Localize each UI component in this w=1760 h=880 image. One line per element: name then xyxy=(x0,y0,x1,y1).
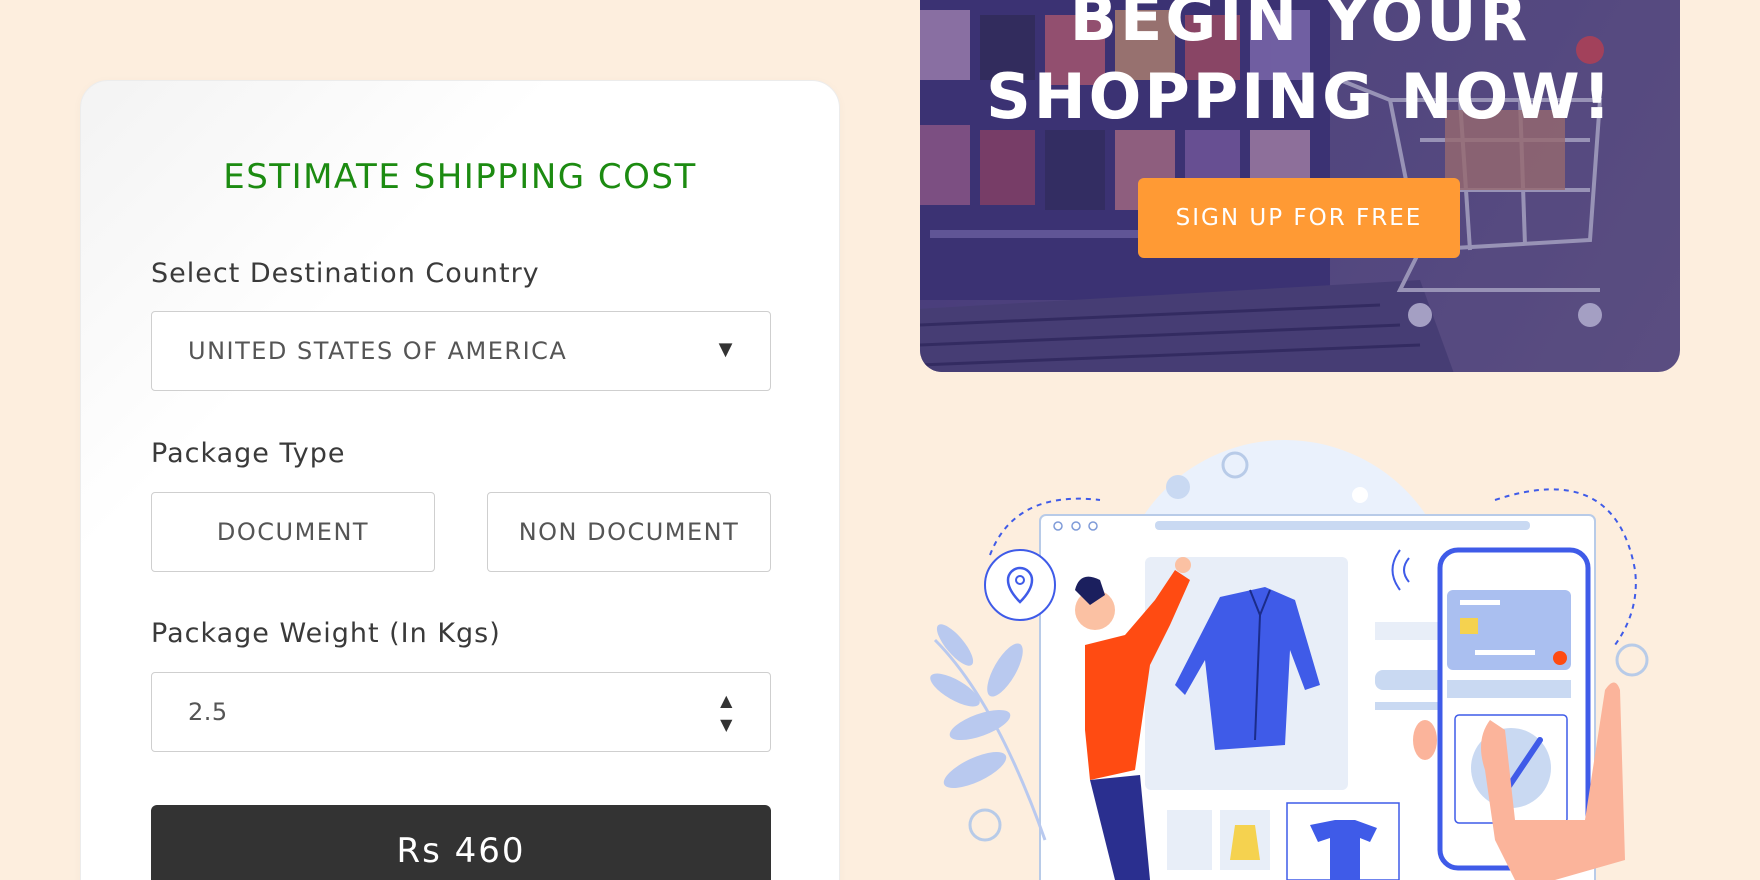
package-type-label: Package Type xyxy=(151,438,346,469)
weight-input-value: 2.5 xyxy=(188,698,228,726)
country-label: Select Destination Country xyxy=(151,258,540,289)
weight-stepper[interactable]: ▲ ▼ xyxy=(718,689,736,737)
promo-banner: BEGIN YOUR SHOPPING NOW! SIGN UP FOR FRE… xyxy=(920,0,1680,372)
card-title: ESTIMATE SHIPPING COST xyxy=(223,157,697,197)
package-type-document-button[interactable]: DOCUMENT xyxy=(151,492,435,572)
caret-down-icon[interactable]: ▼ xyxy=(718,713,736,737)
banner-headline: BEGIN YOUR SHOPPING NOW! xyxy=(920,0,1680,136)
package-type-non-document-button[interactable]: NON DOCUMENT xyxy=(487,492,771,572)
sign-up-button[interactable]: SIGN UP FOR FREE xyxy=(1138,178,1460,258)
chevron-down-icon: ▼ xyxy=(718,339,734,360)
caret-up-icon[interactable]: ▲ xyxy=(718,689,736,713)
banner-headline-line-2: SHOPPING NOW! xyxy=(986,60,1614,133)
weight-label: Package Weight (In Kgs) xyxy=(151,618,501,649)
banner-headline-line-1: BEGIN YOUR xyxy=(1069,0,1531,55)
map-pin-icon xyxy=(984,549,1056,621)
weight-input[interactable]: 2.5 ▲ ▼ xyxy=(151,672,771,752)
shipping-estimator-card: ESTIMATE SHIPPING COST Select Destinatio… xyxy=(80,80,840,880)
country-select[interactable]: UNITED STATES OF AMERICA ▼ xyxy=(151,311,771,391)
country-select-value: UNITED STATES OF AMERICA xyxy=(188,337,568,365)
price-button[interactable]: Rs 460 xyxy=(151,805,771,880)
online-shopping-illustration xyxy=(930,440,1649,880)
